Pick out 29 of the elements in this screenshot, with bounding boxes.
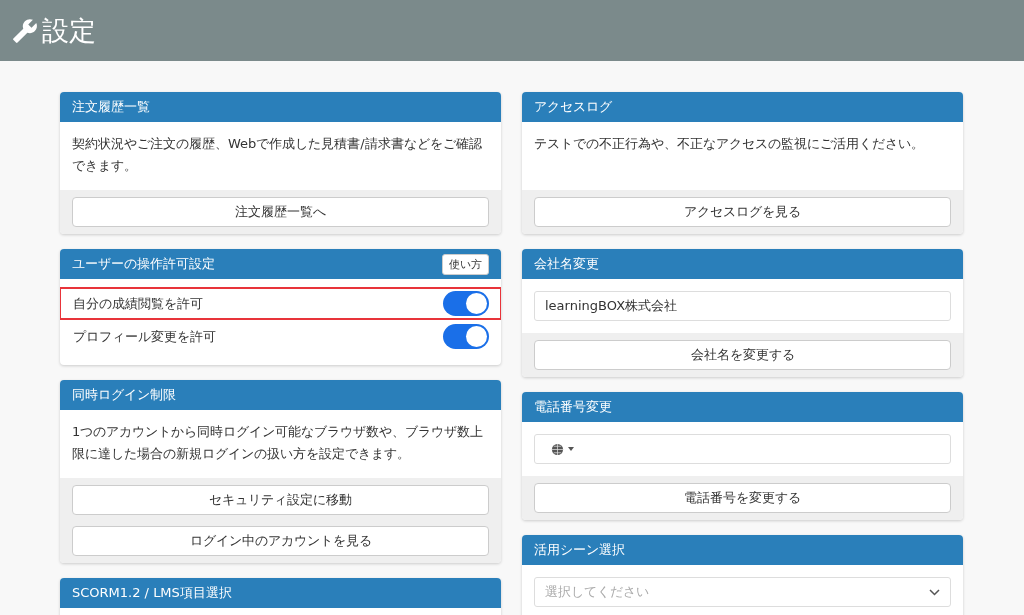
panel-description: 1つのアカウントから同時ログイン可能なブラウザ数や、ブラウザ数上限に達した場合の新規ログインの扱い方を設定できます。 [71,423,485,463]
toggle-label: プロフィール変更を許可 [73,327,216,346]
page-title: 設定 [42,13,96,48]
action-button[interactable]: 電話番号を変更する [534,483,951,513]
panel-title: アクセスログ [534,98,612,116]
panel-title: 同時ログイン制限 [72,386,176,404]
action-button[interactable]: ログイン中のアカウントを見る [72,526,489,556]
panel-title: ユーザーの操作許可設定 [72,255,215,273]
action-button[interactable]: セキュリティ設定に移動 [72,485,489,515]
panel-description: 契約状況やご注文の履歴、Webで作成した見積書/請求書などをご確認できます。 [71,135,483,175]
help-button[interactable]: 使い方 [442,253,489,275]
chevron-icon [929,588,940,596]
text-field[interactable]: learningBOX株式会社 [534,291,951,321]
panel-title: 会社名変更 [534,255,599,273]
panel-title: 電話番号変更 [534,398,612,416]
caret-icon[interactable] [568,447,574,451]
panel-title: 注文履歴一覧 [72,98,150,116]
wrench-icon [12,17,38,44]
action-button[interactable]: アクセスログを見る [534,197,951,227]
toggle-switch[interactable] [443,291,489,316]
phone-field[interactable] [534,434,951,464]
toggle-switch[interactable] [443,324,489,349]
toggle-label: 自分の成績閲覧を許可 [73,294,203,313]
panel-title: 活用シーン選択 [534,541,625,559]
action-button[interactable]: 会社名を変更する [534,340,951,370]
panel-description: テストでの不正行為や、不正なアクセスの監視にご活用ください。 [533,135,925,153]
panel-title: SCORM1.2 / LMS項目選択 [72,584,232,602]
action-button[interactable]: 注文履歴一覧へ [72,197,489,227]
globe-icon [551,442,564,456]
